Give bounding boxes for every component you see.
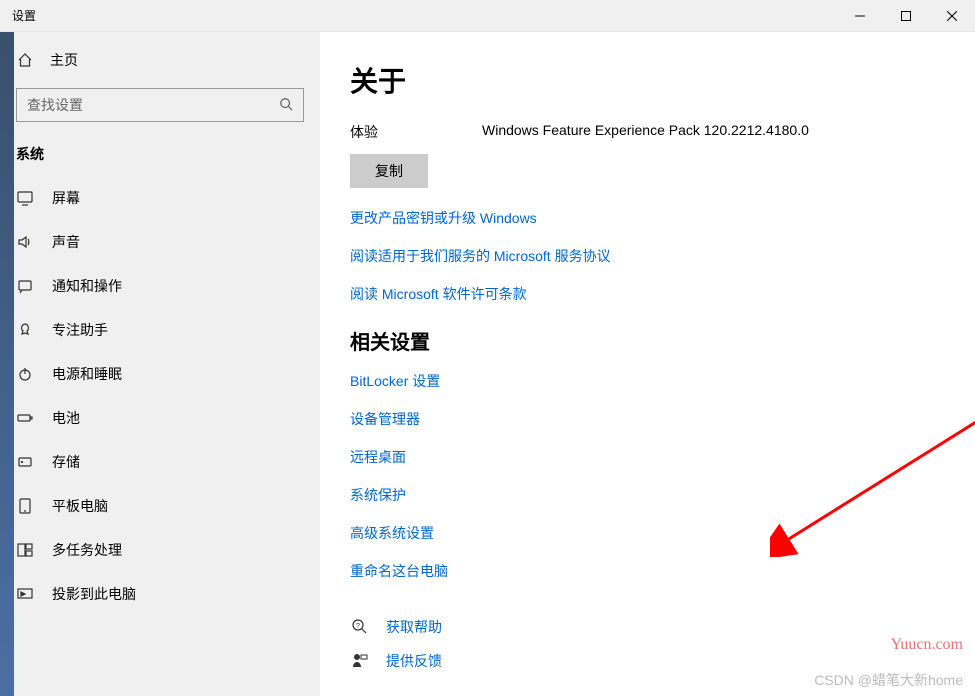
sidebar-item-battery[interactable]: 电池	[0, 396, 320, 440]
get-help-row[interactable]: ? 获取帮助	[350, 617, 975, 637]
sidebar-item-tablet[interactable]: 平板电脑	[0, 484, 320, 528]
display-icon	[16, 189, 34, 207]
sidebar-item-storage[interactable]: 存储	[0, 440, 320, 484]
link-bitlocker[interactable]: BitLocker 设置	[350, 371, 975, 391]
link-remote-desktop[interactable]: 远程桌面	[350, 447, 975, 467]
search-box[interactable]	[16, 88, 304, 122]
link-device-manager[interactable]: 设备管理器	[350, 409, 975, 429]
svg-text:?: ?	[356, 623, 360, 630]
sidebar: 主页 系统 屏幕 声音 通知和操作 专注助手 电源和睡眠	[0, 32, 320, 696]
desktop-left-strip	[0, 32, 14, 696]
link-change-product-key[interactable]: 更改产品密钥或升级 Windows	[350, 208, 975, 228]
sidebar-item-power[interactable]: 电源和睡眠	[0, 352, 320, 396]
watermark-csdn: CSDN @蜡笔大新home	[814, 670, 963, 690]
home-icon	[16, 51, 34, 69]
notifications-icon	[16, 277, 34, 295]
sound-icon	[16, 233, 34, 251]
main-content: 关于 体验 Windows Feature Experience Pack 12…	[320, 32, 975, 696]
sidebar-item-project[interactable]: 投影到此电脑	[0, 572, 320, 616]
sidebar-item-multitask[interactable]: 多任务处理	[0, 528, 320, 572]
link-rename-pc[interactable]: 重命名这台电脑	[350, 561, 975, 581]
search-input[interactable]	[27, 97, 279, 113]
link-feedback[interactable]: 提供反馈	[386, 651, 442, 671]
experience-row: 体验 Windows Feature Experience Pack 120.2…	[350, 122, 975, 142]
sidebar-item-focus[interactable]: 专注助手	[0, 308, 320, 352]
window-controls	[837, 0, 975, 32]
watermark-yuucn: Yuucn.com	[891, 636, 963, 654]
close-button[interactable]	[929, 0, 975, 32]
project-icon	[16, 585, 34, 603]
link-get-help[interactable]: 获取帮助	[386, 617, 442, 637]
titlebar: 设置	[0, 0, 975, 32]
sidebar-item-label: 投影到此电脑	[52, 584, 136, 604]
tablet-icon	[16, 497, 34, 515]
sidebar-item-label: 电池	[52, 408, 80, 428]
sidebar-item-sound[interactable]: 声音	[0, 220, 320, 264]
sidebar-item-label: 专注助手	[52, 320, 108, 340]
link-system-protection[interactable]: 系统保护	[350, 485, 975, 505]
home-nav[interactable]: 主页	[0, 40, 320, 80]
power-icon	[16, 365, 34, 383]
sidebar-item-label: 平板电脑	[52, 496, 108, 516]
search-icon	[279, 97, 293, 114]
sidebar-item-label: 电源和睡眠	[52, 364, 122, 384]
copy-button[interactable]: 复制	[350, 154, 428, 188]
sidebar-item-notifications[interactable]: 通知和操作	[0, 264, 320, 308]
focus-icon	[16, 321, 34, 339]
related-settings-title: 相关设置	[350, 326, 975, 355]
experience-label: 体验	[350, 122, 482, 142]
link-services-agreement[interactable]: 阅读适用于我们服务的 Microsoft 服务协议	[350, 246, 975, 266]
link-advanced-system-settings[interactable]: 高级系统设置	[350, 523, 975, 543]
sidebar-item-label: 屏幕	[52, 188, 80, 208]
sidebar-item-label: 多任务处理	[52, 540, 122, 560]
help-icon: ?	[350, 617, 370, 637]
page-title: 关于	[350, 60, 975, 100]
sidebar-item-label: 通知和操作	[52, 276, 122, 296]
feedback-row[interactable]: 提供反馈	[350, 651, 975, 671]
sidebar-item-display[interactable]: 屏幕	[0, 176, 320, 220]
sidebar-section-label: 系统	[0, 136, 320, 176]
sidebar-item-label: 声音	[52, 232, 80, 252]
minimize-button[interactable]	[837, 0, 883, 32]
feedback-icon	[350, 651, 370, 671]
home-label: 主页	[50, 50, 78, 70]
link-license-terms[interactable]: 阅读 Microsoft 软件许可条款	[350, 284, 975, 304]
maximize-button[interactable]	[883, 0, 929, 32]
window-title: 设置	[12, 7, 36, 24]
sidebar-item-label: 存储	[52, 452, 80, 472]
storage-icon	[16, 453, 34, 471]
battery-icon	[16, 409, 34, 427]
experience-value: Windows Feature Experience Pack 120.2212…	[482, 122, 809, 142]
multitask-icon	[16, 541, 34, 559]
